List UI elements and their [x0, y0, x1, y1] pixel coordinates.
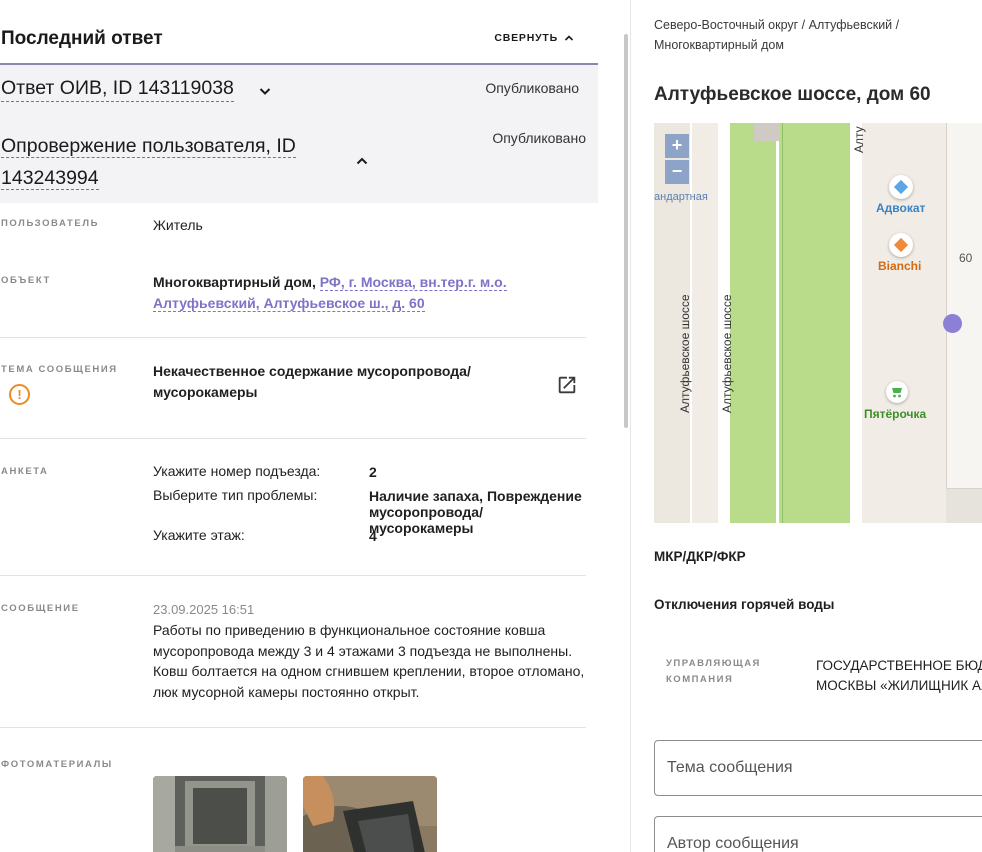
refute-title-wrap[interactable]: Опровержение пользователя, ID 143243994: [1, 130, 346, 194]
message-text: Работы по приведению в функциональное со…: [153, 622, 585, 700]
photos-label: ФОТОМАТЕРИАЛЫ: [1, 759, 113, 770]
form-question: Выберите тип проблемы:: [153, 487, 318, 503]
house-number: 60: [959, 251, 973, 265]
topic-value: Некачественное содержание мусоропровода/…: [153, 363, 471, 400]
author-input[interactable]: [655, 817, 982, 852]
chevron-up-icon: [564, 35, 574, 41]
message-date: 23.09.2025 16:51: [153, 602, 255, 617]
map-layer-label[interactable]: андартная: [654, 191, 708, 203]
poi-label: Bianchi: [878, 259, 922, 273]
management-company-value: ГОСУДАРСТВЕННОЕ БЮДЖ МОСКВЫ «ЖИЛИЩНИК АЛ: [816, 656, 982, 696]
topic-label: ТЕМА СООБЩЕНИЯ: [1, 364, 118, 375]
user-label: ПОЛЬЗОВАТЕЛЬ: [1, 218, 100, 229]
zoom-in-button[interactable]: +: [665, 134, 689, 158]
collapse-button[interactable]: СВЕРНУТЬ: [494, 32, 574, 44]
object-panel: Северо-Восточный округ / Алтуфьевский / …: [630, 0, 982, 852]
hot-water-heading: Отключения горячей воды: [654, 597, 835, 612]
photo-thumbnail[interactable]: [303, 776, 437, 852]
left-scrollbar[interactable]: [624, 34, 628, 428]
user-section: ПОЛЬЗОВАТЕЛЬ Житель: [0, 203, 586, 258]
message-label: СООБЩЕНИЕ: [1, 603, 80, 614]
oiv-answer-title[interactable]: Ответ ОИВ, ID 143119038: [1, 77, 234, 102]
refute-status: Опубликовано: [492, 130, 586, 146]
map[interactable]: + − андартная Алтуфьевское шоссе Алтуфье…: [654, 123, 982, 523]
topic-field[interactable]: [654, 740, 982, 796]
lawyer-icon[interactable]: [889, 175, 913, 199]
warning-icon: !: [9, 384, 30, 405]
poi-label: Пятёрочка: [864, 407, 927, 421]
user-value: Житель: [153, 217, 203, 233]
grocery-cart-icon[interactable]: [886, 381, 908, 403]
zoom-out-button[interactable]: −: [665, 160, 689, 184]
photos-section: ФОТОМАТЕРИАЛЫ: [0, 728, 586, 852]
street-label: Алтуфьевское шоссе: [720, 294, 734, 413]
street-label: Алтуфьевское шоссе: [678, 294, 692, 413]
object-label: ОБЪЕКТ: [1, 275, 51, 286]
topic-section: ТЕМА СООБЩЕНИЯ ! Некачественное содержан…: [0, 338, 586, 439]
poi-label: Адвокат: [876, 201, 926, 215]
chevron-up-icon[interactable]: [355, 154, 369, 168]
form-answer: 2: [369, 464, 377, 480]
message-section: СООБЩЕНИЕ 23.09.2025 16:51 Работы по при…: [0, 576, 586, 728]
oiv-answer-row[interactable]: Ответ ОИВ, ID 143119038 Опубликовано: [1, 77, 591, 102]
answer-details: ПОЛЬЗОВАТЕЛЬ Житель ОБЪЕКТ Многоквартирн…: [0, 203, 598, 852]
external-link-icon[interactable]: [556, 374, 578, 396]
management-company-label: УПРАВЛЯЮЩАЯ КОМПАНИЯ: [666, 658, 761, 685]
chevron-down-icon[interactable]: [258, 84, 272, 98]
form-label: АНКЕТА: [1, 466, 49, 477]
answer-panel: Последний ответ СВЕРНУТЬ Ответ ОИВ, ID 1…: [0, 0, 620, 852]
form-answer: 4: [369, 528, 377, 544]
object-section: ОБЪЕКТ Многоквартирный дом, РФ, г. Москв…: [0, 258, 586, 338]
mkr-heading: МКР/ДКР/ФКР: [654, 549, 746, 564]
form-question: Укажите этаж:: [153, 527, 245, 543]
location-marker-icon[interactable]: [943, 314, 962, 333]
management-company-line: ГОСУДАРСТВЕННОЕ БЮДЖ: [816, 658, 982, 673]
object-address-title: Алтуфьевское шоссе, дом 60: [654, 84, 931, 105]
last-answer-title: Последний ответ: [1, 28, 163, 49]
author-field[interactable]: [654, 816, 982, 852]
shop-icon[interactable]: [889, 233, 913, 257]
form-question: Укажите номер подъезда:: [153, 463, 321, 479]
object-type: Многоквартирный дом,: [153, 274, 316, 290]
management-company-line: МОСКВЫ «ЖИЛИЩНИК АЛ: [816, 678, 982, 693]
collapse-label: СВЕРНУТЬ: [494, 32, 558, 44]
photo-thumbnail[interactable]: [153, 776, 287, 852]
refute-title[interactable]: Опровержение пользователя, ID 143243994: [1, 135, 296, 190]
topic-input[interactable]: [655, 741, 982, 795]
oiv-status: Опубликовано: [485, 80, 579, 96]
answer-history-block: Ответ ОИВ, ID 143119038 Опубликовано Опр…: [0, 63, 598, 203]
last-answer-header: Последний ответ СВЕРНУТЬ: [0, 22, 598, 64]
breadcrumb: Северо-Восточный округ / Алтуфьевский / …: [654, 18, 900, 52]
form-section: АНКЕТА Укажите номер подъезда: 2 Выберит…: [0, 439, 586, 576]
street-label: Алту: [852, 126, 866, 153]
object-value: Многоквартирный дом, РФ, г. Москва, вн.т…: [153, 272, 533, 314]
